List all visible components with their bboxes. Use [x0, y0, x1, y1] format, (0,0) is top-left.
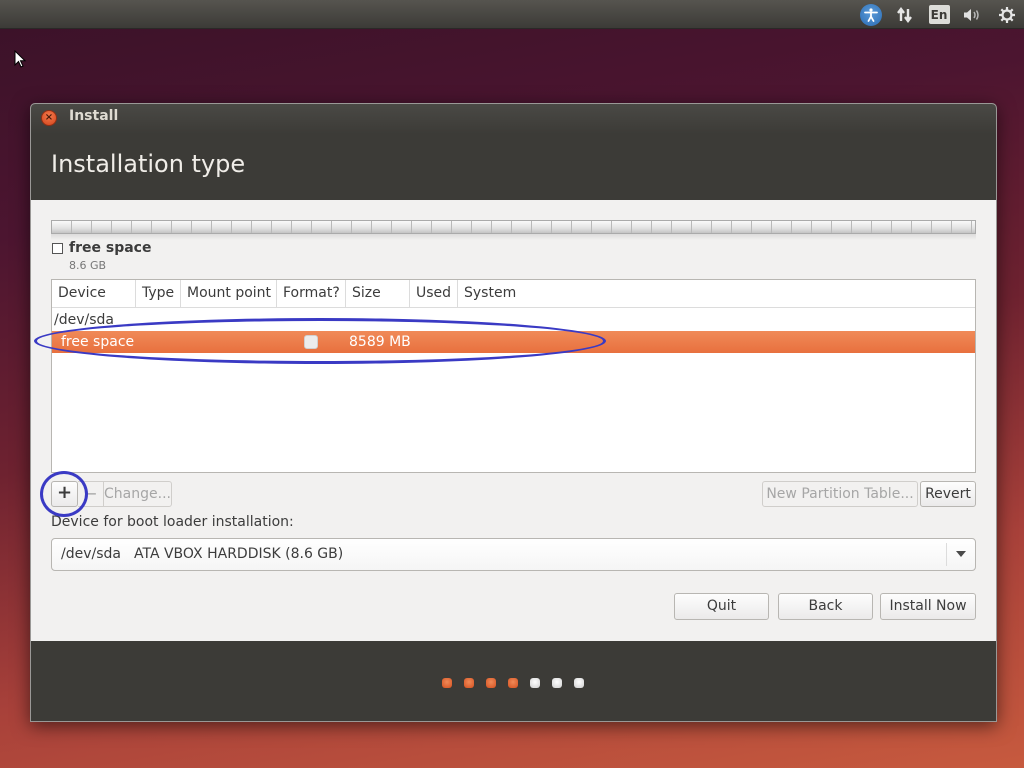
window-title: Install: [69, 108, 119, 124]
progress-dots: [442, 678, 584, 688]
partition-legend-label: free space: [69, 240, 152, 256]
row-device: free space: [61, 334, 135, 350]
network-indicator[interactable]: [893, 0, 917, 29]
progress-dot: [464, 678, 474, 688]
system-gear-icon: [999, 6, 1015, 23]
free-space-swatch: [52, 243, 63, 254]
progress-dot: [486, 678, 496, 688]
column-format[interactable]: Format?: [277, 280, 346, 308]
progress-dot: [552, 678, 562, 688]
volume-icon: [964, 8, 979, 21]
accessibility-icon: [860, 3, 882, 26]
table-header: Device Type Mount point Format? Size Use…: [52, 280, 975, 308]
progress-dot: [530, 678, 540, 688]
boot-loader-select[interactable]: /dev/sda ATA VBOX HARDDISK (8.6 GB): [51, 538, 976, 571]
boot-loader-label: Device for boot loader installation:: [51, 514, 294, 530]
table-row-disk[interactable]: /dev/sda: [52, 309, 975, 331]
partition-legend-size: 8.6 GB: [69, 259, 107, 272]
column-used[interactable]: Used: [410, 280, 458, 308]
network-icon: [897, 6, 912, 23]
install-window: × Install Installation type free space 8…: [30, 103, 997, 722]
keyboard-layout-label: En: [928, 5, 950, 24]
select-divider: [946, 543, 947, 566]
window-titlebar: × Install Installation type: [31, 104, 996, 200]
partition-bar: [51, 220, 976, 234]
remove-partition-button[interactable]: −: [78, 481, 104, 507]
boot-loader-device: /dev/sda: [61, 546, 121, 562]
column-device[interactable]: Device: [52, 280, 136, 308]
progress-dot: [574, 678, 584, 688]
boot-loader-description: ATA VBOX HARDDISK (8.6 GB): [134, 546, 344, 562]
volume-indicator[interactable]: [959, 0, 985, 29]
accessibility-indicator[interactable]: [859, 0, 883, 29]
column-mount-point[interactable]: Mount point: [181, 280, 277, 308]
table-row-free-space[interactable]: free space 8589 MB: [52, 331, 975, 353]
column-system[interactable]: System: [458, 280, 977, 308]
column-type[interactable]: Type: [136, 280, 181, 308]
revert-button[interactable]: Revert: [920, 481, 976, 507]
partition-table: Device Type Mount point Format? Size Use…: [51, 279, 976, 473]
change-partition-button[interactable]: Change...: [103, 481, 172, 507]
add-partition-button[interactable]: +: [51, 481, 78, 507]
install-now-button[interactable]: Install Now: [880, 593, 976, 620]
progress-dot: [442, 678, 452, 688]
back-button[interactable]: Back: [778, 593, 873, 620]
keyboard-layout-indicator[interactable]: En: [927, 0, 951, 29]
row-size: 8589 MB: [349, 334, 411, 350]
mouse-cursor-icon: [14, 50, 27, 68]
new-partition-table-button[interactable]: New Partition Table...: [762, 481, 918, 507]
column-size[interactable]: Size: [346, 280, 410, 308]
partition-bar-reflection: [51, 234, 976, 240]
page-title: Installation type: [51, 150, 246, 178]
quit-button[interactable]: Quit: [674, 593, 769, 620]
progress-dot: [508, 678, 518, 688]
window-footer: [31, 641, 996, 721]
system-menu-indicator[interactable]: [994, 0, 1020, 29]
row-device: /dev/sda: [54, 312, 114, 328]
top-panel: En: [0, 0, 1024, 29]
close-icon[interactable]: ×: [41, 110, 57, 126]
chevron-down-icon: [956, 551, 966, 557]
format-checkbox[interactable]: [304, 335, 318, 349]
